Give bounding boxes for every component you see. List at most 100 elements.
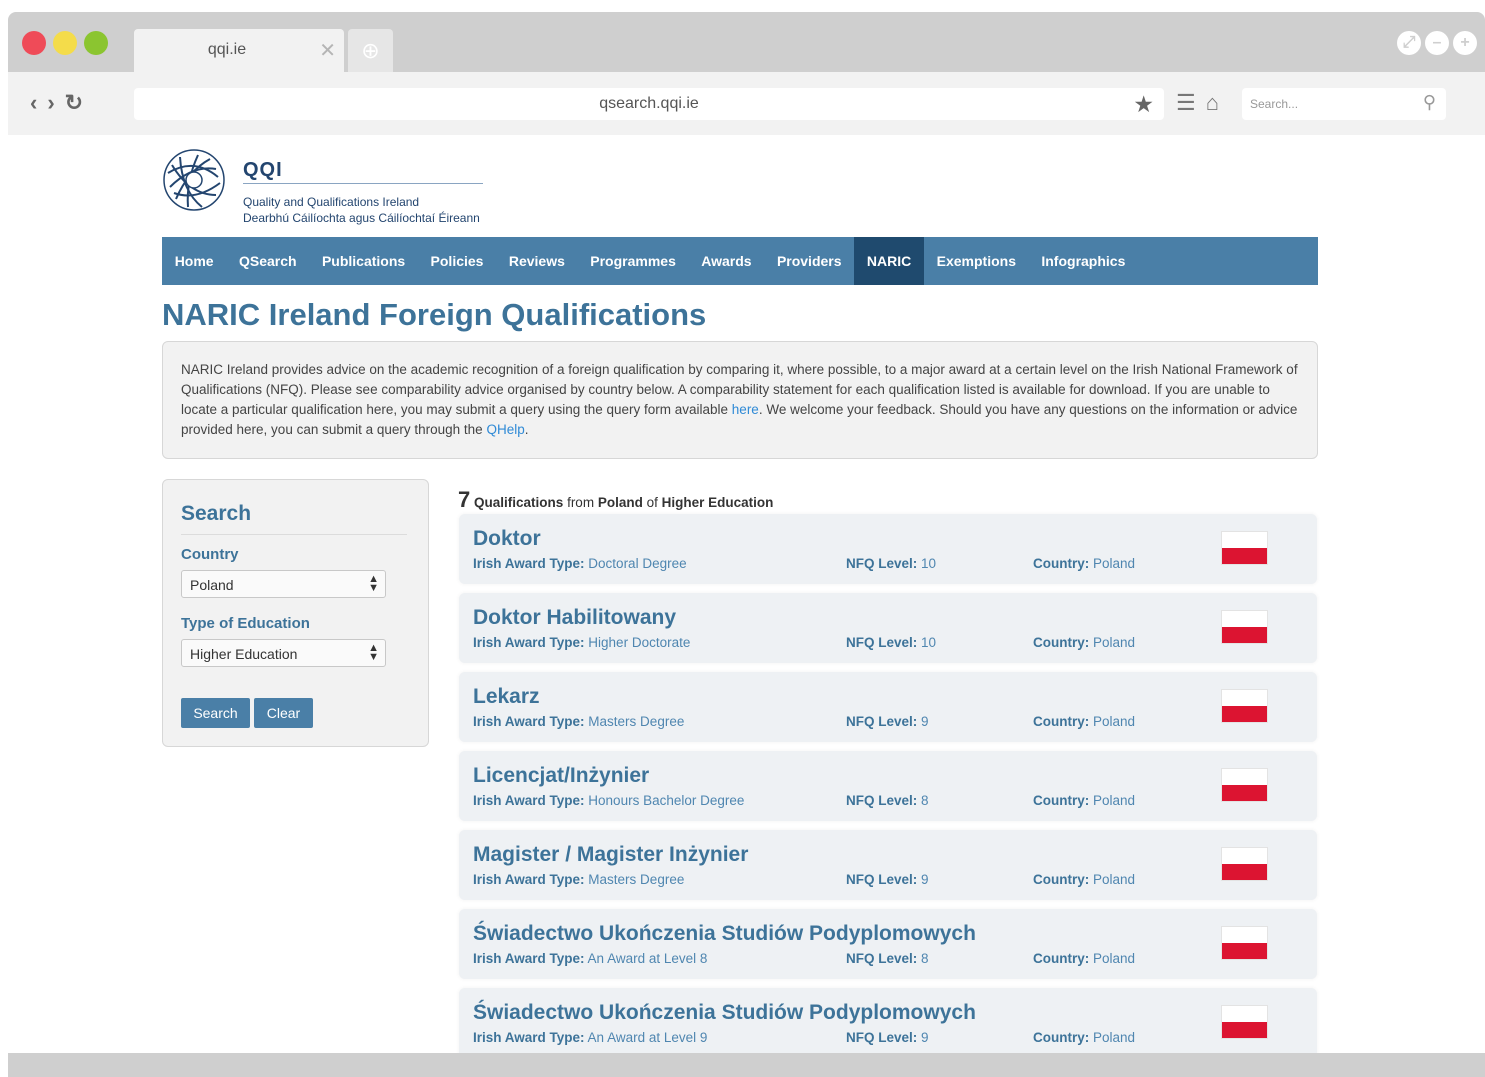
nfq-level: NFQ Level: 8 bbox=[846, 951, 929, 966]
results-from-word: from bbox=[567, 495, 595, 510]
nfq-level-value: 9 bbox=[921, 1030, 929, 1045]
education-type-select[interactable]: Higher Education ▲ ▼ bbox=[181, 639, 386, 667]
country-info-value: Poland bbox=[1093, 635, 1136, 650]
poland-flag-icon bbox=[1221, 689, 1268, 723]
main-navigation: Home QSearch Publications Policies Revie… bbox=[162, 237, 1318, 285]
nav-item-publications[interactable]: Publications bbox=[309, 237, 418, 285]
select-arrows-icon: ▲ ▼ bbox=[368, 573, 379, 594]
nav-item-policies[interactable]: Policies bbox=[418, 237, 496, 285]
qualification-card[interactable]: Doktor Habilitowany Irish Award Type: Hi… bbox=[459, 593, 1317, 663]
nav-item-home[interactable]: Home bbox=[162, 237, 226, 285]
nfq-level: NFQ Level: 8 bbox=[846, 793, 929, 808]
results-country: Poland bbox=[597, 495, 643, 510]
fullscreen-icon[interactable]: ⤢ bbox=[1397, 31, 1421, 55]
close-tab-icon[interactable]: ✕ bbox=[319, 38, 336, 63]
plus-circle-icon[interactable]: + bbox=[1453, 31, 1477, 55]
qualification-card[interactable]: Magister / Magister Inżynier Irish Award… bbox=[459, 830, 1317, 900]
education-type-select-value: Higher Education bbox=[190, 646, 298, 662]
search-icon[interactable]: ⚲ bbox=[1423, 92, 1436, 113]
qualification-title[interactable]: Świadectwo Ukończenia Studiów Podyplomow… bbox=[473, 922, 976, 946]
qualification-title[interactable]: Doktor Habilitowany bbox=[473, 606, 676, 630]
intro-info-box: NARIC Ireland provides advice on the aca… bbox=[162, 341, 1318, 459]
results-qualifications-word: Qualifications bbox=[474, 495, 564, 510]
nfq-level-value: 9 bbox=[921, 872, 929, 887]
logo-divider bbox=[243, 183, 483, 184]
menu-icon[interactable]: ☰ bbox=[1176, 90, 1196, 116]
country-info-value: Poland bbox=[1093, 714, 1136, 729]
nav-item-naric[interactable]: NARIC bbox=[854, 237, 924, 285]
nfq-level-label: NFQ Level: bbox=[846, 635, 918, 650]
nav-item-providers[interactable]: Providers bbox=[764, 237, 854, 285]
clear-button[interactable]: Clear bbox=[254, 698, 313, 728]
navigation-buttons: ‹ › ↻ bbox=[30, 90, 83, 116]
qualification-title[interactable]: Licencjat/Inżynier bbox=[473, 764, 649, 788]
reload-icon[interactable]: ↻ bbox=[65, 90, 83, 116]
nav-item-qsearch[interactable]: QSearch bbox=[226, 237, 309, 285]
nfq-level-label: NFQ Level: bbox=[846, 793, 918, 808]
page-title: NARIC Ireland Foreign Qualifications bbox=[162, 297, 707, 332]
qualification-card[interactable]: Licencjat/Inżynier Irish Award Type: Hon… bbox=[459, 751, 1317, 821]
poland-flag-icon bbox=[1221, 531, 1268, 565]
country-info-value: Poland bbox=[1093, 872, 1136, 887]
browser-toolbar: ‹ › ↻ qsearch.qqi.ie ★ ☰ ⌂ Search... ⚲ bbox=[8, 72, 1485, 135]
country-info-label: Country: bbox=[1033, 1030, 1090, 1045]
query-form-link[interactable]: here bbox=[732, 402, 759, 417]
results-count: 7 bbox=[458, 487, 471, 512]
qualification-card[interactable]: Świadectwo Ukończenia Studiów Podyplomow… bbox=[459, 909, 1317, 979]
nfq-level: NFQ Level: 9 bbox=[846, 714, 929, 729]
award-type-value: Honours Bachelor Degree bbox=[588, 793, 745, 808]
new-tab-button[interactable]: ⊕ bbox=[348, 29, 393, 73]
nav-item-awards[interactable]: Awards bbox=[689, 237, 765, 285]
award-type-value: Masters Degree bbox=[588, 714, 685, 729]
back-icon[interactable]: ‹ bbox=[30, 90, 37, 116]
search-button[interactable]: Search bbox=[181, 698, 250, 728]
forward-icon[interactable]: › bbox=[47, 90, 54, 116]
plus-icon: ⊕ bbox=[361, 38, 380, 63]
nfq-level-value: 8 bbox=[921, 951, 929, 966]
country-info: Country: Poland bbox=[1033, 793, 1135, 808]
nfq-level-label: NFQ Level: bbox=[846, 872, 918, 887]
award-type: Irish Award Type: Masters Degree bbox=[473, 872, 684, 887]
browser-search-input[interactable]: Search... ⚲ bbox=[1242, 88, 1446, 120]
minus-icon[interactable]: – bbox=[1425, 31, 1449, 55]
country-info-value: Poland bbox=[1093, 951, 1136, 966]
nfq-level: NFQ Level: 10 bbox=[846, 556, 936, 571]
qualification-card[interactable]: Lekarz Irish Award Type: Masters Degree … bbox=[459, 672, 1317, 742]
country-info-label: Country: bbox=[1033, 556, 1090, 571]
nav-item-exemptions[interactable]: Exemptions bbox=[924, 237, 1029, 285]
award-type: Irish Award Type: An Award at Level 9 bbox=[473, 1030, 707, 1045]
country-info: Country: Poland bbox=[1033, 1030, 1135, 1045]
bookmark-star-icon[interactable]: ★ bbox=[1133, 91, 1154, 118]
logo-name: QQI bbox=[243, 159, 283, 181]
qualification-title[interactable]: Świadectwo Ukończenia Studiów Podyplomow… bbox=[473, 1001, 976, 1025]
qualification-title[interactable]: Lekarz bbox=[473, 685, 540, 709]
window-traffic-lights bbox=[22, 31, 108, 55]
results-of-word: of bbox=[646, 495, 658, 510]
select-arrows-icon: ▲ ▼ bbox=[368, 642, 379, 663]
country-info: Country: Poland bbox=[1033, 872, 1135, 887]
nav-item-infographics[interactable]: Infographics bbox=[1029, 237, 1138, 285]
browser-tab[interactable]: qqi.ie ✕ bbox=[134, 29, 344, 73]
poland-flag-icon bbox=[1221, 768, 1268, 802]
url-text: qsearch.qqi.ie bbox=[599, 95, 699, 112]
qhelp-link[interactable]: QHelp bbox=[486, 422, 524, 437]
education-type-label: Type of Education bbox=[181, 615, 310, 632]
qualification-card[interactable]: Świadectwo Ukończenia Studiów Podyplomow… bbox=[459, 988, 1317, 1058]
country-info: Country: Poland bbox=[1033, 556, 1135, 571]
nfq-level-value: 8 bbox=[921, 793, 929, 808]
nfq-level-label: NFQ Level: bbox=[846, 556, 918, 571]
award-type: Irish Award Type: Honours Bachelor Degre… bbox=[473, 793, 744, 808]
browser-window: qqi.ie ✕ ⊕ ⤢ – + ‹ › ↻ qsearch.qqi.ie ★ … bbox=[8, 12, 1485, 1077]
nav-item-reviews[interactable]: Reviews bbox=[496, 237, 577, 285]
close-window-button[interactable] bbox=[22, 31, 46, 55]
qualification-card[interactable]: Doktor Irish Award Type: Doctoral Degree… bbox=[459, 514, 1317, 584]
home-icon[interactable]: ⌂ bbox=[1206, 90, 1219, 116]
award-type-label: Irish Award Type: bbox=[473, 1030, 585, 1045]
minimize-window-button[interactable] bbox=[53, 31, 77, 55]
qualification-title[interactable]: Doktor bbox=[473, 527, 541, 551]
country-select[interactable]: Poland ▲ ▼ bbox=[181, 570, 386, 598]
qualification-title[interactable]: Magister / Magister Inżynier bbox=[473, 843, 748, 867]
maximize-window-button[interactable] bbox=[84, 31, 108, 55]
nav-item-programmes[interactable]: Programmes bbox=[578, 237, 689, 285]
address-bar[interactable]: qsearch.qqi.ie ★ bbox=[134, 88, 1164, 120]
